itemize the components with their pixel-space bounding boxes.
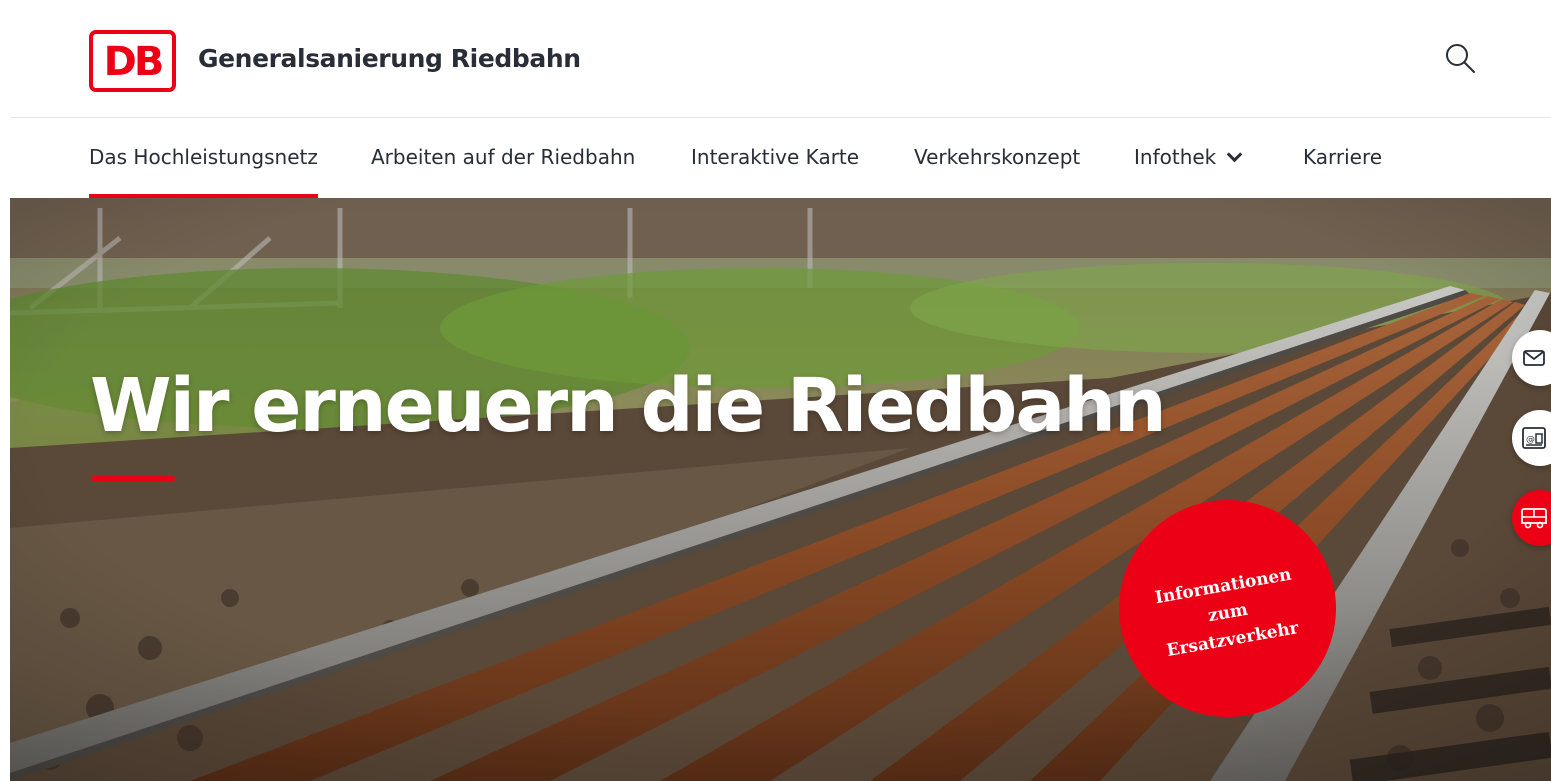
chevron-down-icon bbox=[1226, 146, 1243, 163]
hero-section: @ bbox=[10, 198, 1551, 781]
site-header: DB Generalsanierung Riedbahn bbox=[0, 0, 1551, 118]
hero-title: Wir erneuern die Riedbahn bbox=[90, 363, 1167, 449]
ersatzverkehr-info-badge[interactable]: Informationen zum Ersatzverkehr bbox=[1119, 500, 1336, 717]
nav-item-infothek-label: Infothek bbox=[1134, 145, 1217, 169]
nav-item-karriere[interactable]: Karriere bbox=[1303, 145, 1382, 169]
nav-item-arbeiten[interactable]: Arbeiten auf der Riedbahn bbox=[371, 145, 635, 169]
bus-icon bbox=[1521, 508, 1547, 529]
nav-item-verkehrskonzept[interactable]: Verkehrskonzept bbox=[914, 145, 1080, 169]
nav-item-hochleistungsnetz[interactable]: Das Hochleistungsnetz bbox=[89, 145, 318, 198]
search-icon bbox=[1446, 44, 1475, 73]
main-navigation: Das Hochleistungsnetz Arbeiten auf der R… bbox=[0, 118, 1551, 198]
hero-image-railway-tracks bbox=[10, 198, 1551, 781]
nav-item-interaktive-karte[interactable]: Interaktive Karte bbox=[691, 145, 859, 169]
search-button[interactable] bbox=[1443, 42, 1477, 76]
newsletter-icon: @ bbox=[1522, 427, 1546, 449]
svg-text:@: @ bbox=[1526, 435, 1535, 445]
db-logo[interactable]: DB bbox=[89, 30, 176, 92]
nav-item-infothek[interactable]: Infothek bbox=[1134, 145, 1243, 169]
db-logo-text: DB bbox=[103, 39, 165, 85]
badge-text: Informationen zum Ersatzverkehr bbox=[1137, 559, 1318, 668]
site-title[interactable]: Generalsanierung Riedbahn bbox=[198, 44, 581, 73]
mail-icon bbox=[1523, 350, 1545, 366]
hero-title-underline bbox=[91, 476, 175, 482]
